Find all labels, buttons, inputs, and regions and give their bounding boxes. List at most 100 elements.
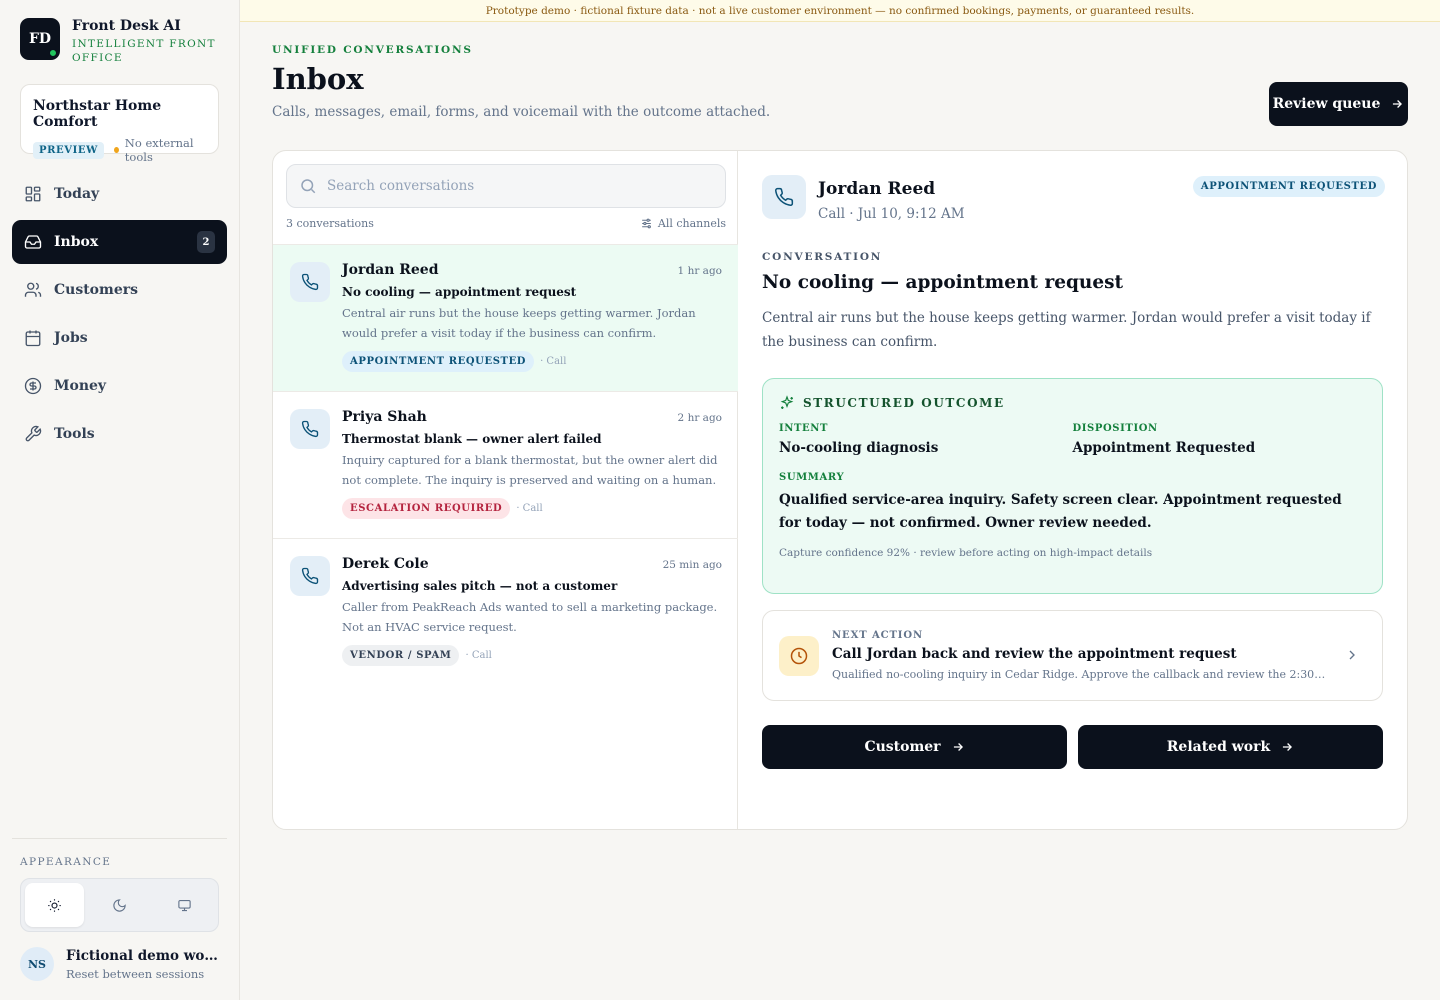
next-action-card[interactable]: NEXT ACTION Call Jordan back and review … xyxy=(762,610,1383,701)
theme-switch xyxy=(20,878,219,932)
nav-item-jobs[interactable]: Jobs xyxy=(12,316,227,360)
arrow-right-icon xyxy=(953,743,963,751)
phone-icon xyxy=(290,556,330,596)
phone-icon xyxy=(290,409,330,449)
nav-label: Inbox xyxy=(54,234,99,250)
conversation-name: Jordan Reed xyxy=(342,262,439,278)
conversation-channel: · Call xyxy=(540,356,567,367)
theme-system-button[interactable] xyxy=(155,883,214,927)
intent-value: No-cooling diagnosis xyxy=(779,440,939,456)
conversation-list: Jordan Reed 1 hr ago No cooling — appoin… xyxy=(273,244,738,685)
sidebar: FD Front Desk AI INTELLIGENT FRONT OFFIC… xyxy=(0,0,240,1000)
preview-badge: PREVIEW xyxy=(33,141,104,159)
users-icon xyxy=(24,282,42,297)
outcome-heading: STRUCTURED OUTCOME xyxy=(803,396,1005,410)
inbox-icon xyxy=(24,235,42,249)
brand-tagline: INTELLIGENT FRONT OFFICE xyxy=(72,38,216,64)
summary-label: SUMMARY xyxy=(779,472,845,483)
user-subtitle: Reset between sessions xyxy=(66,966,205,981)
nav-item-customers[interactable]: Customers xyxy=(12,268,227,312)
nav-item-money[interactable]: Money xyxy=(12,364,227,408)
phone-icon xyxy=(290,262,330,302)
nav-item-today[interactable]: Today xyxy=(12,172,227,216)
channel-filter[interactable]: All channels xyxy=(640,217,726,230)
status-badge: ESCALATION REQUIRED xyxy=(342,498,511,519)
customer-button[interactable]: Customer xyxy=(762,725,1067,769)
monitor-icon xyxy=(178,899,191,911)
clock-icon xyxy=(779,635,819,676)
channel-filter-label: All channels xyxy=(657,217,726,230)
prototype-banner: Prototype demo · fictional fixture data … xyxy=(240,0,1440,22)
page-title: Inbox xyxy=(272,62,364,96)
search-input[interactable] xyxy=(327,178,707,194)
conversation-item[interactable]: Derek Cole 25 min ago Advertising sales … xyxy=(273,538,738,685)
nav-label: Money xyxy=(54,378,107,394)
conversation-body: Central air runs but the house keeps get… xyxy=(762,310,1371,350)
next-action-title: Call Jordan back and review the appointm… xyxy=(832,646,1237,662)
disposition-label: DISPOSITION xyxy=(1072,423,1158,434)
dashboard-icon xyxy=(25,186,41,202)
page-subtitle: Calls, messages, email, forms, and voice… xyxy=(272,104,771,120)
chevron-right-icon xyxy=(1349,650,1355,660)
nav-item-inbox[interactable]: Inbox 2 xyxy=(12,220,227,264)
conversation-item[interactable]: Priya Shah 2 hr ago Thermostat blank — o… xyxy=(273,391,738,538)
related-work-button[interactable]: Related work xyxy=(1078,725,1383,769)
intent-label: INTENT xyxy=(779,423,829,434)
workspace-card[interactable]: Northstar Home Comfort PREVIEW No extern… xyxy=(20,84,219,164)
next-action-label: NEXT ACTION xyxy=(832,630,924,641)
moon-icon xyxy=(113,898,126,912)
arrow-right-icon xyxy=(1393,100,1403,108)
next-action-description: Qualified no-cooling inquiry in Cedar Ri… xyxy=(832,668,1327,681)
conversation-channel: · Call xyxy=(465,650,492,661)
brand-logo-text: FD xyxy=(28,31,52,47)
user-row[interactable]: NS Fictional demo workspace Reset betwee… xyxy=(20,947,218,981)
conversation-time: 25 min ago xyxy=(662,559,722,571)
brand[interactable]: FD Front Desk AI INTELLIGENT FRONT OFFIC… xyxy=(20,18,222,65)
sun-icon xyxy=(48,898,61,912)
status-badge: APPOINTMENT REQUESTED xyxy=(1192,176,1385,197)
conversation-channel: · Call xyxy=(516,503,543,514)
user-name: Fictional demo workspace xyxy=(66,947,218,964)
section-label: CONVERSATION xyxy=(762,251,883,263)
conversation-name: Priya Shah xyxy=(342,409,427,425)
search-box[interactable] xyxy=(286,164,726,208)
inbox-panel: 3 conversations All channels Jordan Reed… xyxy=(272,150,1408,830)
conversation-list-pane: 3 conversations All channels Jordan Reed… xyxy=(273,151,738,829)
sparkles-icon xyxy=(780,395,794,409)
related-work-label: Related work xyxy=(1166,739,1271,755)
appearance-label: APPEARANCE xyxy=(20,856,112,868)
brand-name: Front Desk AI xyxy=(72,18,181,34)
customer-button-label: Customer xyxy=(864,739,941,755)
conversation-item[interactable]: Jordan Reed 1 hr ago No cooling — appoin… xyxy=(273,244,738,391)
workspace-name: Northstar Home Comfort xyxy=(33,98,162,130)
phone-icon xyxy=(762,175,806,219)
conversation-preview: Central air runs but the house keeps get… xyxy=(342,306,696,340)
sidebar-divider xyxy=(12,838,227,839)
conversation-detail-pane: Jordan Reed Call · Jul 10, 9:12 AM APPOI… xyxy=(738,151,1407,829)
theme-dark-button[interactable] xyxy=(90,883,149,927)
nav-item-tools[interactable]: Tools xyxy=(12,412,227,456)
wrench-icon xyxy=(25,425,42,442)
conversation-preview: Inquiry captured for a blank thermostat,… xyxy=(342,453,718,487)
status-dot xyxy=(113,147,119,153)
contact-meta: Call · Jul 10, 9:12 AM xyxy=(818,206,965,222)
conversation-count: 3 conversations xyxy=(286,217,374,230)
theme-light-button[interactable] xyxy=(25,883,84,927)
structured-outcome-card: STRUCTURED OUTCOME INTENT No-cooling dia… xyxy=(762,378,1383,594)
conversation-subject: Advertising sales pitch — not a customer xyxy=(342,579,618,593)
confidence-note: Capture confidence 92% · review before a… xyxy=(779,547,1153,559)
review-queue-button[interactable]: Review queue xyxy=(1269,82,1408,126)
inbox-count-badge: 2 xyxy=(197,231,215,253)
nav-label: Today xyxy=(54,186,100,202)
calendar-icon xyxy=(25,330,41,347)
nav-label: Customers xyxy=(54,282,138,298)
status-badge: APPOINTMENT REQUESTED xyxy=(342,351,535,372)
online-dot xyxy=(49,49,57,57)
workspace-status: No external tools xyxy=(124,136,194,164)
brand-logo: FD xyxy=(20,18,60,60)
conversation-subject: No cooling — appointment request xyxy=(342,285,577,299)
sliders-icon xyxy=(642,218,651,229)
conversation-subject: No cooling — appointment request xyxy=(762,272,1124,293)
page-eyebrow: UNIFIED CONVERSATIONS xyxy=(272,44,473,56)
conversation-subject: Thermostat blank — owner alert failed xyxy=(342,432,602,446)
